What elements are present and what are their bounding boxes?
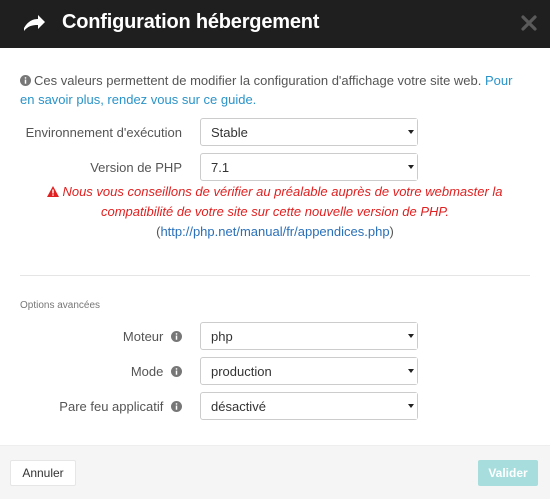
mode-select[interactable]: production — [200, 357, 418, 385]
chevron-down-icon — [408, 404, 414, 408]
cancel-button[interactable]: Annuler — [10, 460, 76, 486]
chevron-down-icon — [408, 165, 414, 169]
firewall-value: désactivé — [211, 399, 266, 414]
firewall-label: Pare feu applicatif — [59, 399, 182, 415]
php-version-value: 7.1 — [211, 160, 230, 175]
php-version-select[interactable]: 7.1 — [200, 153, 418, 181]
mode-value: production — [211, 364, 272, 379]
hosting-config-modal: Configuration hébergement Ces valeurs pe… — [0, 0, 550, 499]
info-icon[interactable] — [171, 401, 182, 412]
environment-select[interactable]: Stable — [200, 118, 418, 146]
chevron-down-icon — [408, 334, 414, 338]
mode-label: Mode — [131, 364, 182, 380]
paper-plane-icon — [24, 15, 45, 31]
warning-text: Nous vous conseillons de vérifier au pré… — [62, 184, 503, 219]
engine-select[interactable]: php — [200, 322, 418, 350]
environment-value: Stable — [211, 125, 248, 140]
environment-label: Environnement d'exécution — [25, 125, 182, 140]
php-warning: Nous vous conseillons de vérifier au pré… — [20, 182, 530, 242]
submit-button[interactable]: Valider — [478, 460, 538, 486]
engine-value: php — [211, 329, 233, 344]
info-icon[interactable] — [171, 366, 182, 377]
modal-header: Configuration hébergement — [0, 0, 550, 48]
chevron-down-icon — [408, 369, 414, 373]
engine-label: Moteur — [123, 329, 182, 345]
firewall-select[interactable]: désactivé — [200, 392, 418, 420]
chevron-down-icon — [408, 130, 414, 134]
advanced-options-title: Options avancées — [20, 300, 101, 311]
close-icon[interactable] — [520, 14, 538, 32]
info-icon — [20, 75, 31, 86]
modal-footer: Annuler Valider — [0, 445, 550, 499]
section-divider — [20, 275, 530, 276]
php-manual-link[interactable]: http://php.net/manual/fr/appendices.php — [160, 224, 389, 239]
modal-title: Configuration hébergement — [62, 11, 320, 33]
info-description: Ces valeurs permettent de modifier la co… — [34, 73, 482, 88]
info-icon[interactable] — [171, 331, 182, 342]
php-version-label: Version de PHP — [90, 160, 182, 175]
info-text: Ces valeurs permettent de modifier la co… — [20, 71, 530, 109]
warning-icon — [47, 186, 60, 197]
